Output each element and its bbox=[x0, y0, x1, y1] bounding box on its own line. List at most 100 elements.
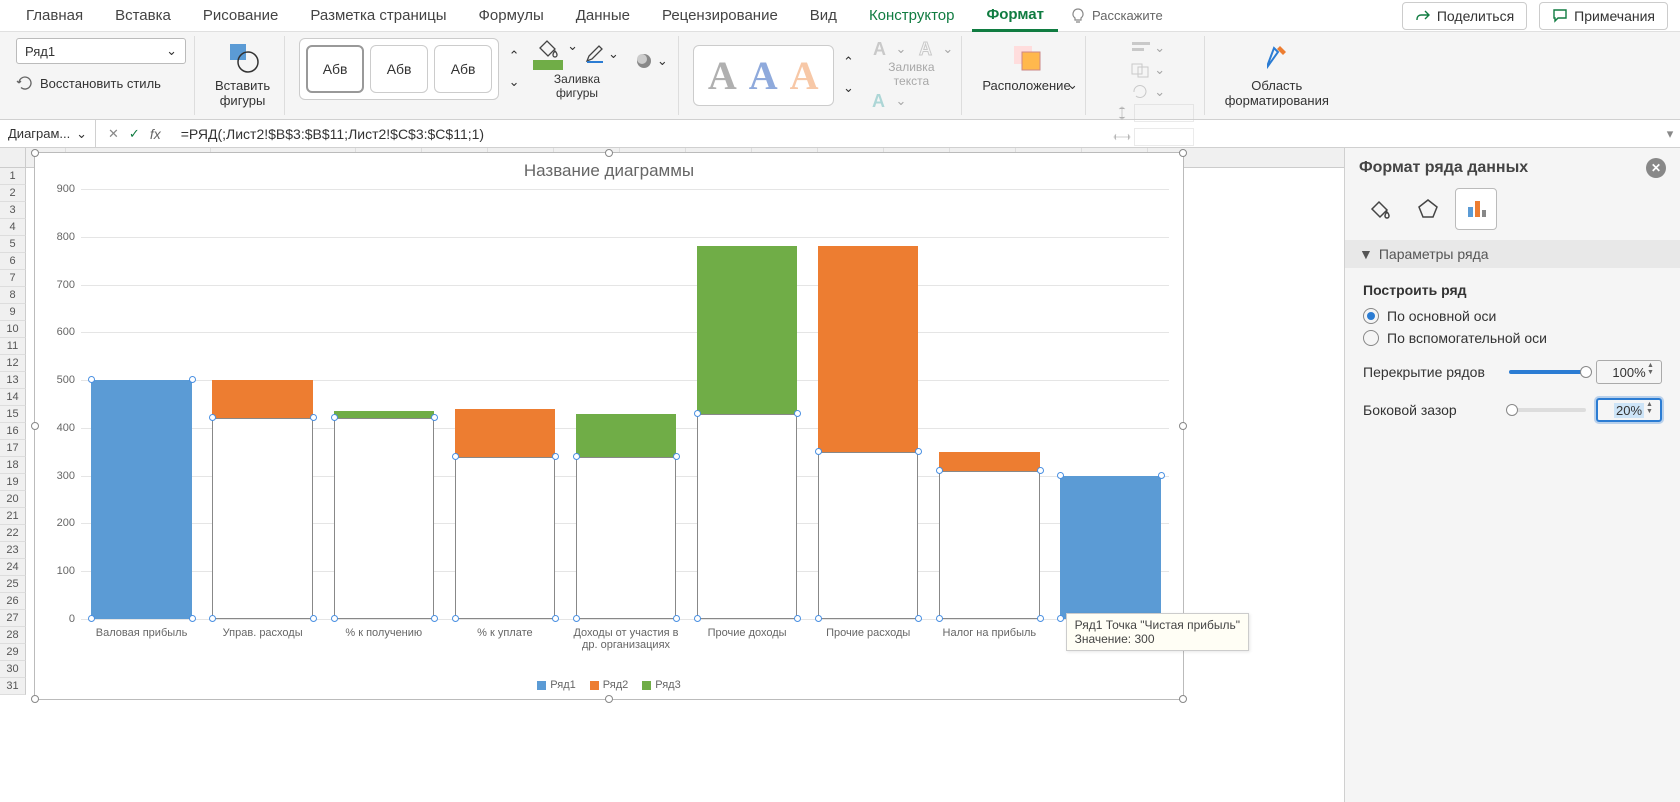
chevron-down-icon[interactable]: ⌄ bbox=[1067, 77, 1078, 93]
chart-title[interactable]: Название диаграммы bbox=[35, 153, 1183, 189]
row-header[interactable]: 20 bbox=[0, 491, 26, 508]
wordart-gallery[interactable]: A A A bbox=[693, 45, 834, 106]
secondary-axis-radio[interactable]: По вспомогательной оси bbox=[1363, 330, 1662, 346]
row-header[interactable]: 8 bbox=[0, 287, 26, 304]
shape-style-1[interactable]: Абв bbox=[306, 45, 364, 93]
selection-handle[interactable] bbox=[310, 615, 317, 622]
selection-handle[interactable] bbox=[1037, 615, 1044, 622]
selection-handle[interactable] bbox=[573, 453, 580, 460]
bar-base[interactable] bbox=[939, 471, 1040, 619]
width-input[interactable] bbox=[1110, 126, 1196, 148]
shape-fill-button[interactable] bbox=[533, 38, 563, 70]
row-header[interactable]: 23 bbox=[0, 542, 26, 559]
bar-segment[interactable] bbox=[334, 411, 435, 418]
chart-plot-area[interactable]: 0100200300400500600700800900Валовая приб… bbox=[81, 189, 1169, 619]
bar-segment[interactable] bbox=[697, 246, 798, 413]
selection-handle[interactable] bbox=[794, 410, 801, 417]
selection-handle[interactable] bbox=[673, 615, 680, 622]
shape-style-3[interactable]: Абв bbox=[434, 45, 492, 93]
row-header[interactable]: 7 bbox=[0, 270, 26, 287]
selection-handle[interactable] bbox=[694, 410, 701, 417]
selection-handle[interactable] bbox=[189, 376, 196, 383]
row-header[interactable]: 28 bbox=[0, 627, 26, 644]
row-header[interactable]: 13 bbox=[0, 372, 26, 389]
selection-handle[interactable] bbox=[694, 615, 701, 622]
comments-button[interactable]: Примечания bbox=[1539, 2, 1668, 30]
formula-input[interactable]: =РЯД(;Лист2!$B$3:$B$11;Лист2!$C$3:$C$11;… bbox=[173, 126, 1660, 142]
selection-handle[interactable] bbox=[1057, 472, 1064, 479]
tab-layout[interactable]: Разметка страницы bbox=[296, 1, 460, 30]
selection-handle[interactable] bbox=[1158, 472, 1165, 479]
tab-insert[interactable]: Вставка bbox=[101, 1, 185, 30]
tab-view[interactable]: Вид bbox=[796, 1, 851, 30]
chart-legend[interactable]: Ряд1 Ряд2 Ряд3 bbox=[35, 679, 1183, 691]
row-header[interactable]: 12 bbox=[0, 355, 26, 372]
align-button[interactable]: ⌄ bbox=[1128, 38, 1167, 58]
height-input[interactable] bbox=[1110, 102, 1196, 124]
bar-base[interactable] bbox=[212, 418, 313, 619]
pane-tab-fill[interactable] bbox=[1359, 188, 1401, 230]
bar-base[interactable] bbox=[334, 418, 435, 619]
row-header[interactable]: 10 bbox=[0, 321, 26, 338]
selection-handle[interactable] bbox=[815, 448, 822, 455]
selection-handle[interactable] bbox=[431, 414, 438, 421]
tab-data[interactable]: Данные bbox=[562, 1, 644, 30]
tab-formulas[interactable]: Формулы bbox=[464, 1, 557, 30]
cancel-icon[interactable]: ✕ bbox=[108, 126, 119, 142]
row-header[interactable]: 15 bbox=[0, 406, 26, 423]
confirm-icon[interactable]: ✓ bbox=[129, 126, 140, 142]
selection-handle[interactable] bbox=[452, 615, 459, 622]
shape-outline-button[interactable]: ⌄ bbox=[582, 41, 621, 67]
selection-handle[interactable] bbox=[431, 615, 438, 622]
wordart-style-3[interactable]: A bbox=[790, 52, 819, 99]
row-header[interactable]: 6 bbox=[0, 253, 26, 270]
selection-handle[interactable] bbox=[573, 615, 580, 622]
selection-handle[interactable] bbox=[88, 615, 95, 622]
pane-section-header[interactable]: ▼ Параметры ряда bbox=[1345, 240, 1680, 268]
wordart-style-2[interactable]: A bbox=[749, 52, 778, 99]
group-button[interactable]: ⌄ bbox=[1128, 60, 1167, 80]
gap-slider[interactable] bbox=[1509, 408, 1586, 412]
arrange-button[interactable]: Расположение bbox=[976, 38, 1076, 95]
row-header[interactable]: 14 bbox=[0, 389, 26, 406]
selection-handle[interactable] bbox=[794, 615, 801, 622]
row-header[interactable]: 19 bbox=[0, 474, 26, 491]
selection-handle[interactable] bbox=[209, 615, 216, 622]
pane-tab-effects[interactable] bbox=[1407, 188, 1449, 230]
bar-base[interactable] bbox=[818, 452, 919, 619]
selection-handle[interactable] bbox=[552, 615, 559, 622]
selection-handle[interactable] bbox=[452, 453, 459, 460]
selection-handle[interactable] bbox=[915, 448, 922, 455]
selection-handle[interactable] bbox=[936, 467, 943, 474]
row-header[interactable]: 30 bbox=[0, 661, 26, 678]
bar-segment[interactable] bbox=[818, 246, 919, 451]
gap-input[interactable]: 20% ▲▼ bbox=[1596, 398, 1662, 422]
bar-segment[interactable] bbox=[212, 380, 313, 418]
row-header[interactable]: 22 bbox=[0, 525, 26, 542]
row-header[interactable]: 27 bbox=[0, 610, 26, 627]
selection-handle[interactable] bbox=[331, 414, 338, 421]
row-header[interactable]: 17 bbox=[0, 440, 26, 457]
row-header[interactable]: 1 bbox=[0, 168, 26, 185]
tab-home[interactable]: Главная bbox=[12, 1, 97, 30]
fx-icon[interactable]: fx bbox=[150, 126, 161, 142]
chevron-down-icon[interactable]: ⌄ bbox=[567, 38, 578, 54]
bar-base[interactable] bbox=[697, 414, 798, 619]
selection-handle[interactable] bbox=[936, 615, 943, 622]
row-header[interactable]: 9 bbox=[0, 304, 26, 321]
row-header[interactable]: 2 bbox=[0, 185, 26, 202]
share-button[interactable]: Поделиться bbox=[1402, 2, 1527, 30]
wordart-style-1[interactable]: A bbox=[708, 52, 737, 99]
tab-review[interactable]: Рецензирование bbox=[648, 1, 792, 30]
chart-element-selector[interactable]: Ряд1 ⌄ bbox=[16, 38, 186, 64]
bar-segment[interactable] bbox=[455, 409, 556, 457]
reset-style-button[interactable]: Восстановить стиль bbox=[16, 74, 161, 92]
selection-handle[interactable] bbox=[673, 453, 680, 460]
gallery-more-icon[interactable]: ⌃⌄ bbox=[505, 48, 523, 90]
row-header[interactable]: 11 bbox=[0, 338, 26, 355]
tab-format[interactable]: Формат bbox=[972, 0, 1058, 32]
selection-handle[interactable] bbox=[331, 615, 338, 622]
rotate-button[interactable]: ⌄ bbox=[1128, 82, 1167, 102]
tab-draw[interactable]: Рисование bbox=[189, 1, 293, 30]
row-header[interactable]: 4 bbox=[0, 219, 26, 236]
